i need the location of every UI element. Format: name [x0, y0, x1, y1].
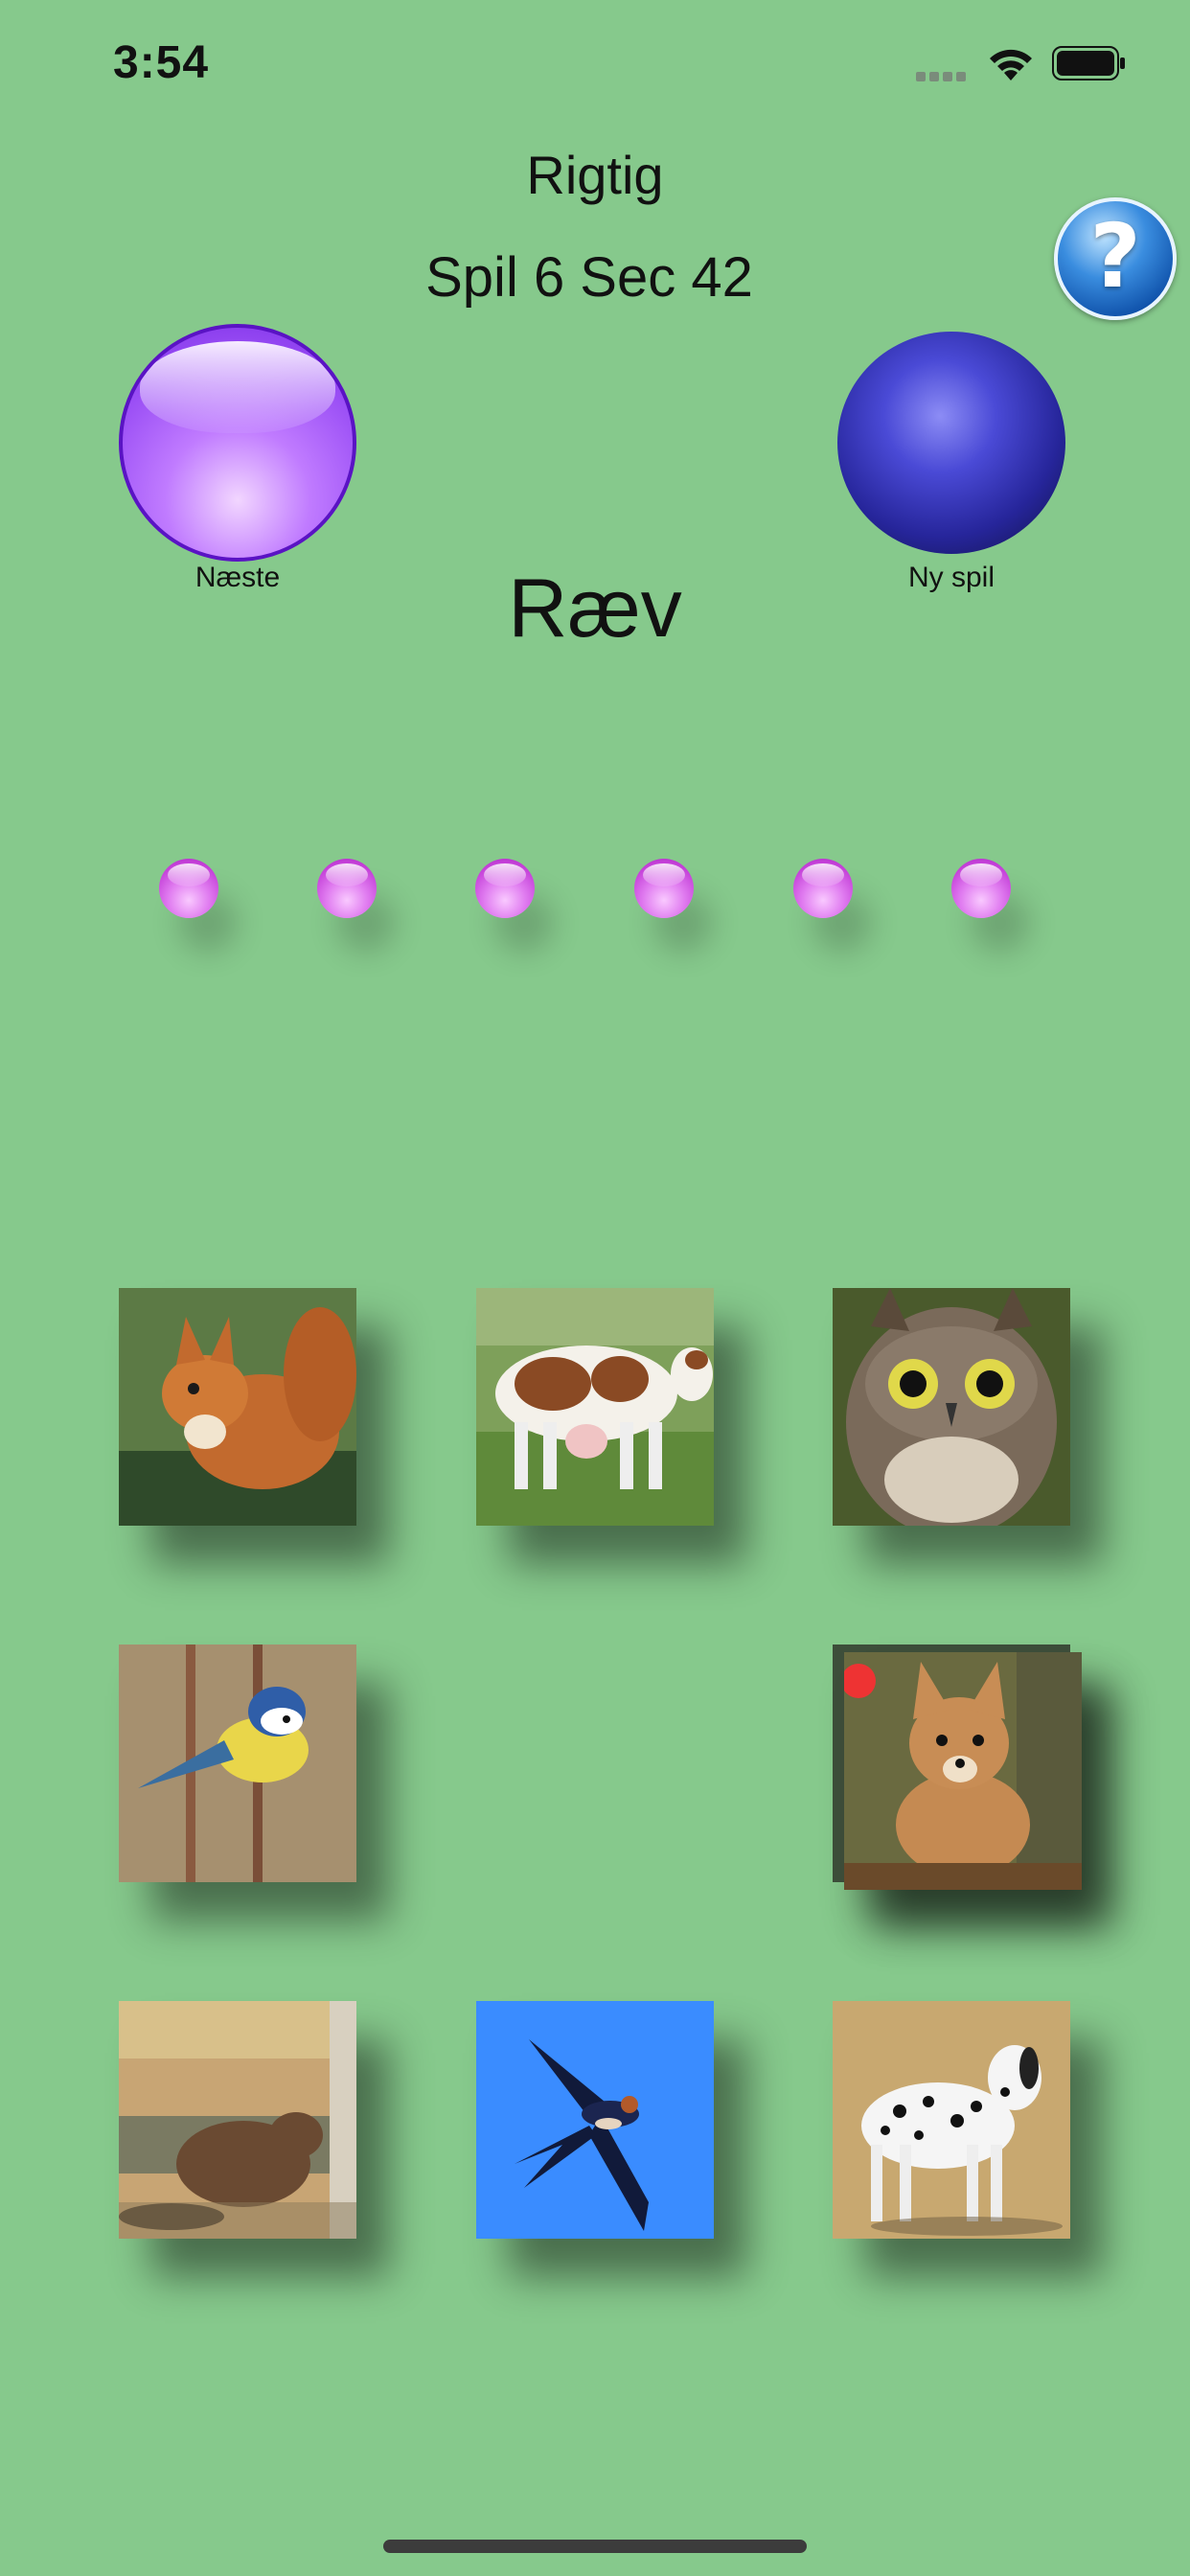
wifi-icon	[985, 44, 1037, 82]
owl-image	[833, 1288, 1070, 1526]
animal-tile-fox[interactable]	[844, 1652, 1082, 1890]
battery-icon	[1052, 46, 1127, 80]
home-indicator[interactable]	[383, 2540, 807, 2553]
animal-tile-swallow[interactable]	[476, 2001, 714, 2239]
next-button-shine	[140, 341, 335, 433]
question-mark-icon: ?	[1089, 205, 1141, 308]
progress-dot	[475, 859, 535, 918]
animal-tile-beaver[interactable]	[119, 2001, 356, 2239]
animal-tile-dalmatian[interactable]	[833, 2001, 1070, 2239]
status-time: 3:54	[113, 37, 210, 88]
cellular-signal-icon	[916, 69, 970, 81]
progress-dot	[317, 859, 377, 918]
next-button[interactable]	[119, 324, 356, 562]
game-info-text: Spil 6 Sec 42	[425, 246, 753, 309]
animal-tile-owl[interactable]	[833, 1288, 1070, 1526]
cow-image	[476, 1288, 714, 1526]
new-game-button[interactable]	[837, 332, 1065, 554]
blue-tit-image	[119, 1644, 356, 1882]
squirrel-image	[119, 1288, 356, 1526]
progress-dot	[951, 859, 1011, 918]
progress-dot	[634, 859, 694, 918]
fox-image	[844, 1652, 1082, 1890]
beaver-image	[119, 2001, 356, 2239]
animal-tile-squirrel[interactable]	[119, 1288, 356, 1526]
dalmatian-image	[833, 2001, 1070, 2239]
target-word: Ræv	[508, 563, 682, 655]
help-button[interactable]: ?	[1054, 197, 1177, 320]
progress-dot	[159, 859, 218, 918]
swallow-image	[476, 2001, 714, 2239]
result-text: Rigtig	[526, 145, 664, 205]
animal-tile-blue-tit[interactable]	[119, 1644, 356, 1882]
animal-tile-cow[interactable]	[476, 1288, 714, 1526]
progress-dot	[793, 859, 853, 918]
